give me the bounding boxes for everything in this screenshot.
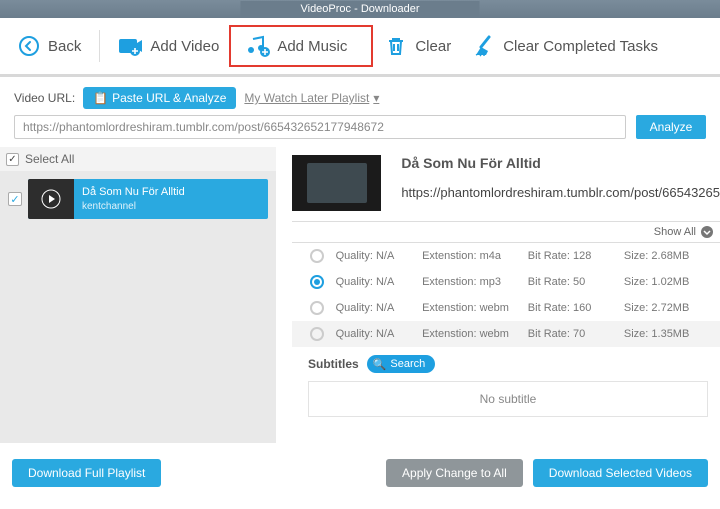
back-icon xyxy=(16,33,42,59)
subtitles-label: Subtitles xyxy=(308,357,359,371)
download-full-playlist-button[interactable]: Download Full Playlist xyxy=(12,459,161,487)
format-size: Size: 1.35MB xyxy=(624,328,720,340)
clear-completed-label: Clear Completed Tasks xyxy=(503,38,658,55)
chevron-down-icon: ▾ xyxy=(373,91,379,105)
detail-head: Då Som Nu För Alltid https://phantomlord… xyxy=(292,155,720,221)
show-all-toggle[interactable]: Show All xyxy=(292,221,720,243)
footer: Download Full Playlist Apply Change to A… xyxy=(0,443,720,503)
item-card[interactable]: Då Som Nu För Alltid kentchannel xyxy=(28,179,268,219)
detail-title: Då Som Nu För Alltid xyxy=(401,155,720,171)
format-extension: Extenstion: mp3 xyxy=(422,276,528,288)
watch-later-link[interactable]: My Watch Later Playlist ▾ xyxy=(244,91,379,105)
chevron-circle-icon xyxy=(700,225,714,239)
analyze-button[interactable]: Analyze xyxy=(636,115,706,139)
list-item[interactable]: ✓ Då Som Nu För Alltid kentchannel xyxy=(8,179,268,219)
format-quality: Quality: N/A xyxy=(336,276,422,288)
format-quality: Quality: N/A xyxy=(336,302,422,314)
paste-icon: 📋 xyxy=(93,91,108,105)
format-quality: Quality: N/A xyxy=(336,250,422,262)
music-plus-icon xyxy=(245,33,271,59)
format-size: Size: 2.72MB xyxy=(624,302,720,314)
add-music-label: Add Music xyxy=(277,38,347,55)
format-bitrate: Bit Rate: 70 xyxy=(528,328,624,340)
clear-completed-button[interactable]: Clear Completed Tasks xyxy=(461,27,668,65)
watch-later-label: My Watch Later Playlist xyxy=(244,91,369,105)
paste-label: Paste URL & Analyze xyxy=(112,91,226,105)
url-input-row: Analyze xyxy=(0,115,720,147)
select-all-row[interactable]: ✓ Select All xyxy=(0,147,276,171)
window-title: VideoProc - Downloader xyxy=(240,1,479,17)
back-label: Back xyxy=(48,38,81,55)
item-checkbox[interactable]: ✓ xyxy=(8,192,22,206)
format-extension: Extenstion: m4a xyxy=(422,250,528,262)
formats-list: Quality: N/AExtenstion: m4aBit Rate: 128… xyxy=(292,243,720,347)
select-all-checkbox[interactable]: ✓ xyxy=(6,153,19,166)
format-radio[interactable] xyxy=(310,275,324,289)
item-title: Då Som Nu För Alltid xyxy=(82,185,185,199)
format-row[interactable]: Quality: N/AExtenstion: webmBit Rate: 16… xyxy=(292,295,720,321)
url-row: Video URL: 📋 Paste URL & Analyze My Watc… xyxy=(0,77,720,115)
select-all-label: Select All xyxy=(25,152,74,166)
subtitles-row: Subtitles 🔍 Search xyxy=(292,347,720,381)
format-quality: Quality: N/A xyxy=(336,328,422,340)
add-video-button[interactable]: Add Video xyxy=(108,27,229,65)
search-label: Search xyxy=(390,358,425,370)
right-pane: Då Som Nu För Alltid https://phantomlord… xyxy=(276,147,720,443)
format-bitrate: Bit Rate: 50 xyxy=(528,276,624,288)
clear-button[interactable]: Clear xyxy=(373,27,461,65)
format-size: Size: 1.02MB xyxy=(624,276,720,288)
detail-thumb xyxy=(292,155,381,211)
video-plus-icon xyxy=(118,33,144,59)
format-bitrate: Bit Rate: 128 xyxy=(528,250,624,262)
format-radio[interactable] xyxy=(310,249,324,263)
format-radio[interactable] xyxy=(310,301,324,315)
format-bitrate: Bit Rate: 160 xyxy=(528,302,624,314)
title-bar: VideoProc - Downloader xyxy=(0,0,720,18)
add-video-label: Add Video xyxy=(150,38,219,55)
format-row[interactable]: Quality: N/AExtenstion: webmBit Rate: 70… xyxy=(292,321,720,347)
format-row[interactable]: Quality: N/AExtenstion: m4aBit Rate: 128… xyxy=(292,243,720,269)
back-button[interactable]: Back xyxy=(6,27,91,65)
item-thumb xyxy=(28,179,74,219)
format-radio[interactable] xyxy=(310,327,324,341)
url-input[interactable] xyxy=(14,115,626,139)
format-size: Size: 2.68MB xyxy=(624,250,720,262)
show-all-label: Show All xyxy=(654,226,696,238)
paste-analyze-button[interactable]: 📋 Paste URL & Analyze xyxy=(83,87,236,109)
apply-change-all-button[interactable]: Apply Change to All xyxy=(386,459,523,487)
detail-url: https://phantomlordreshiram.tumblr.com/p… xyxy=(401,185,720,200)
clear-label: Clear xyxy=(415,38,451,55)
format-extension: Extenstion: webm xyxy=(422,328,528,340)
add-music-button[interactable]: Add Music xyxy=(229,25,373,67)
broom-icon xyxy=(471,33,497,59)
no-subtitle-box: No subtitle xyxy=(308,381,708,417)
url-label: Video URL: xyxy=(14,91,75,105)
format-extension: Extenstion: webm xyxy=(422,302,528,314)
item-channel: kentchannel xyxy=(82,200,185,213)
left-pane: ✓ Select All ✓ Då Som Nu För Alltid kent… xyxy=(0,147,276,443)
search-icon: 🔍 xyxy=(373,358,387,371)
search-subtitles-button[interactable]: 🔍 Search xyxy=(367,355,436,373)
content-body: ✓ Select All ✓ Då Som Nu För Alltid kent… xyxy=(0,147,720,443)
trash-icon xyxy=(383,33,409,59)
toolbar: Back Add Video Add Music Clear Clear Com… xyxy=(0,18,720,74)
download-selected-button[interactable]: Download Selected Videos xyxy=(533,459,708,487)
format-row[interactable]: Quality: N/AExtenstion: mp3Bit Rate: 50S… xyxy=(292,269,720,295)
